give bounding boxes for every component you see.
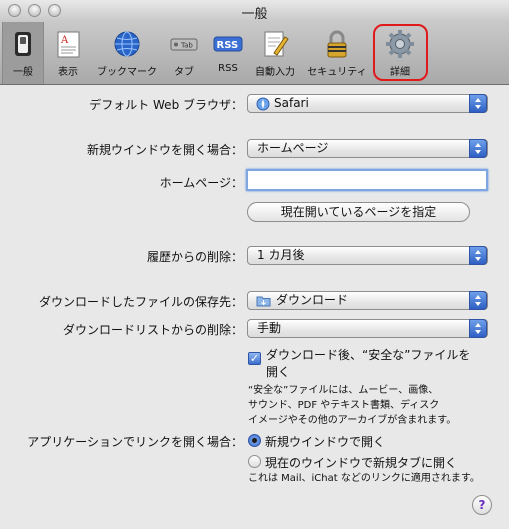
default-browser-popup[interactable]: Safari [247, 94, 488, 113]
advanced-highlight-annotation [373, 24, 428, 81]
toolbar: 一般 A 表示 ブックマーク Tab タブ RSS RSS 自動入力 セキュリテ… [0, 22, 509, 85]
toolbar-item-security[interactable]: セキュリティ [304, 22, 370, 84]
title-bar: 一般 [0, 0, 509, 22]
download-list-popup[interactable]: 手動 [247, 319, 488, 338]
homepage-label: ホームページ： [159, 176, 243, 190]
preferences-window: 一般 一般 A 表示 ブックマーク Tab タブ RSS RSS 自動入力 セキ… [0, 0, 509, 529]
toolbar-item-autofill[interactable]: 自動入力 [252, 22, 298, 84]
app-links-note: これは Mail、iChat などのリンクに適用されます。 [248, 473, 480, 484]
download-location-popup[interactable]: ダウンロード [247, 291, 488, 310]
safari-compass-icon [256, 97, 270, 111]
popup-arrows-icon [469, 94, 487, 113]
svg-text:A: A [60, 35, 69, 46]
download-location-value: ダウンロード [276, 293, 349, 307]
autofill-icon [264, 31, 289, 57]
folder-icon [256, 296, 271, 307]
history-value: 1 カ月後 [257, 248, 305, 262]
safe-files-note: “安全な”ファイルには、ムービー、画像、 サウンド、PDF やテキスト書類、ディ… [248, 385, 457, 426]
radio-new-window[interactable] [248, 434, 261, 447]
window-title: 一般 [241, 7, 268, 22]
default-browser-label: デフォルト Web ブラウザ： [89, 98, 243, 112]
homepage-field[interactable] [246, 169, 488, 191]
open-safe-files-label: ダウンロード後、“安全な”ファイルを 開く [266, 348, 471, 379]
open-safe-files-checkbox[interactable]: ✓ [248, 352, 261, 365]
popup-arrows-icon [469, 291, 487, 310]
tab-icon: Tab [170, 38, 198, 51]
radio-new-tab-label[interactable]: 現在のウインドウで新規タブに開く [265, 454, 457, 471]
globe-icon [114, 31, 140, 57]
download-list-value: 手動 [257, 321, 282, 335]
toolbar-item-bookmarks[interactable]: ブックマーク [92, 22, 162, 84]
history-popup[interactable]: 1 カ月後 [247, 246, 488, 265]
new-window-label: 新規ウインドウを開く場合： [86, 143, 243, 157]
svg-text:Tab: Tab [180, 42, 193, 50]
general-switch-icon [15, 32, 31, 56]
help-button[interactable]: ? [472, 495, 492, 515]
download-location-label: ダウンロードしたファイルの保存先： [38, 295, 243, 309]
rss-icon: RSS [213, 36, 243, 52]
popup-arrows-icon [469, 319, 487, 338]
popup-arrows-icon [469, 139, 487, 158]
app-links-label: アプリケーションでリンクを開く場合： [27, 435, 243, 449]
appearance-icon: A [57, 31, 80, 58]
popup-arrows-icon [469, 246, 487, 265]
download-list-label: ダウンロードリストからの削除： [62, 323, 243, 337]
svg-text:RSS: RSS [217, 40, 239, 51]
new-window-popup[interactable]: ホームページ [247, 139, 488, 158]
default-browser-value: Safari [274, 96, 309, 110]
history-label: 履歴からの削除： [146, 250, 243, 264]
radio-new-window-label[interactable]: 新規ウインドウで開く [265, 433, 385, 450]
new-window-value: ホームページ [257, 141, 329, 155]
lock-icon [327, 30, 347, 58]
toolbar-item-rss[interactable]: RSS RSS [210, 22, 246, 84]
set-current-page-button[interactable]: 現在開いているページを指定 [247, 202, 470, 222]
toolbar-item-appearance[interactable]: A 表示 [50, 22, 86, 84]
toolbar-item-tabs[interactable]: Tab タブ [166, 22, 202, 84]
toolbar-item-general[interactable]: 一般 [2, 22, 44, 84]
radio-new-tab[interactable] [248, 455, 261, 468]
